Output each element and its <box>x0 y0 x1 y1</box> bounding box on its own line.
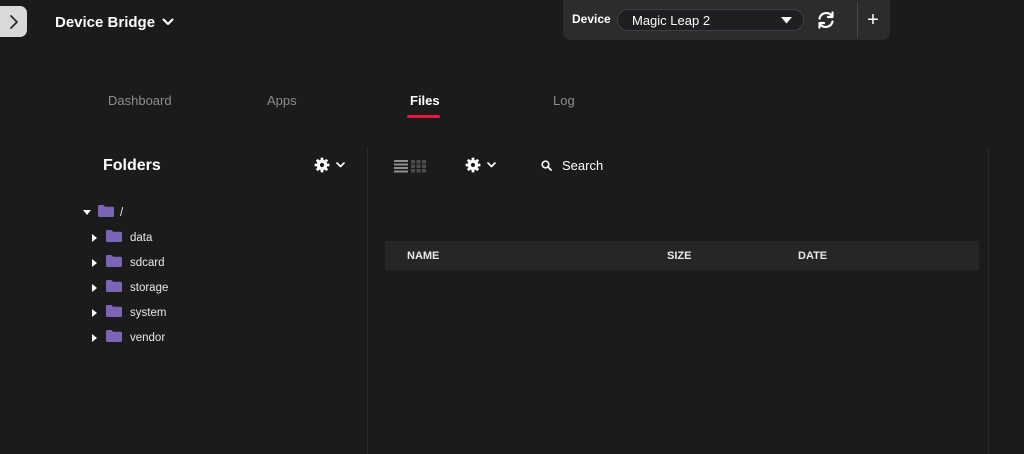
list-view-icon <box>394 160 426 173</box>
pane-divider[interactable] <box>367 148 368 454</box>
device-panel: Device Magic Leap 2 + <box>563 0 890 40</box>
tree-item-data[interactable]: data <box>90 229 152 247</box>
search-label: Search <box>562 158 604 173</box>
files-settings-button[interactable] <box>465 157 496 173</box>
caret-right-icon <box>90 234 100 242</box>
caret-right-icon <box>90 284 100 292</box>
tab-files[interactable]: Files <box>410 93 440 108</box>
device-select[interactable]: Magic Leap 2 <box>617 9 804 31</box>
app-title: Device Bridge <box>55 13 156 31</box>
tree-item-label: storage <box>130 282 169 294</box>
tree-item-label: sdcard <box>130 257 165 269</box>
chevron-down-icon <box>487 162 496 168</box>
caret-down-icon <box>82 210 92 216</box>
view-toggle[interactable] <box>394 159 426 173</box>
tab-dashboard[interactable]: Dashboard <box>108 93 172 108</box>
folder-icon <box>106 329 122 347</box>
refresh-icon <box>818 11 834 29</box>
search-icon <box>541 160 552 171</box>
gear-icon <box>465 157 481 173</box>
folder-icon <box>106 229 122 247</box>
caret-right-icon <box>90 309 100 317</box>
expand-sidebar-button[interactable] <box>0 6 27 37</box>
add-device-button[interactable]: + <box>863 8 883 32</box>
app-title-menu[interactable]: Device Bridge <box>55 12 174 32</box>
folder-icon <box>106 279 122 297</box>
column-header-date[interactable]: DATE <box>798 250 827 262</box>
folder-icon <box>106 304 122 322</box>
file-table-header: NAME SIZE DATE <box>385 241 979 270</box>
panel-divider <box>857 2 858 38</box>
caret-down-icon <box>781 17 792 24</box>
folder-icon <box>106 254 122 272</box>
tree-item-label: system <box>130 307 167 319</box>
tree-item-label: data <box>130 232 153 244</box>
device-select-value: Magic Leap 2 <box>632 12 711 28</box>
gear-icon <box>314 157 330 173</box>
column-header-name[interactable]: NAME <box>407 250 439 262</box>
column-header-size[interactable]: SIZE <box>667 250 691 262</box>
folders-settings-button[interactable] <box>314 157 345 173</box>
folders-title: Folders <box>103 157 161 174</box>
tab-apps[interactable]: Apps <box>267 93 297 108</box>
chevron-down-icon <box>336 162 345 168</box>
right-border <box>988 148 989 454</box>
tree-item-system[interactable]: system <box>90 304 166 322</box>
tab-log[interactable]: Log <box>553 93 575 108</box>
caret-right-icon <box>90 334 100 342</box>
refresh-button[interactable] <box>815 10 837 30</box>
tree-item-label: / <box>120 207 124 219</box>
chevron-right-icon <box>9 14 18 29</box>
caret-right-icon <box>90 259 100 267</box>
tree-item-label: vendor <box>130 332 166 344</box>
active-tab-indicator <box>407 115 440 118</box>
chevron-down-icon <box>162 18 174 25</box>
tree-item-root[interactable]: / <box>82 204 123 222</box>
tree-item-sdcard[interactable]: sdcard <box>90 254 165 272</box>
tree-item-vendor[interactable]: vendor <box>90 329 165 347</box>
search-button[interactable]: Search <box>541 158 603 173</box>
folder-icon <box>98 204 114 222</box>
tree-item-storage[interactable]: storage <box>90 279 168 297</box>
device-label: Device <box>572 12 611 26</box>
